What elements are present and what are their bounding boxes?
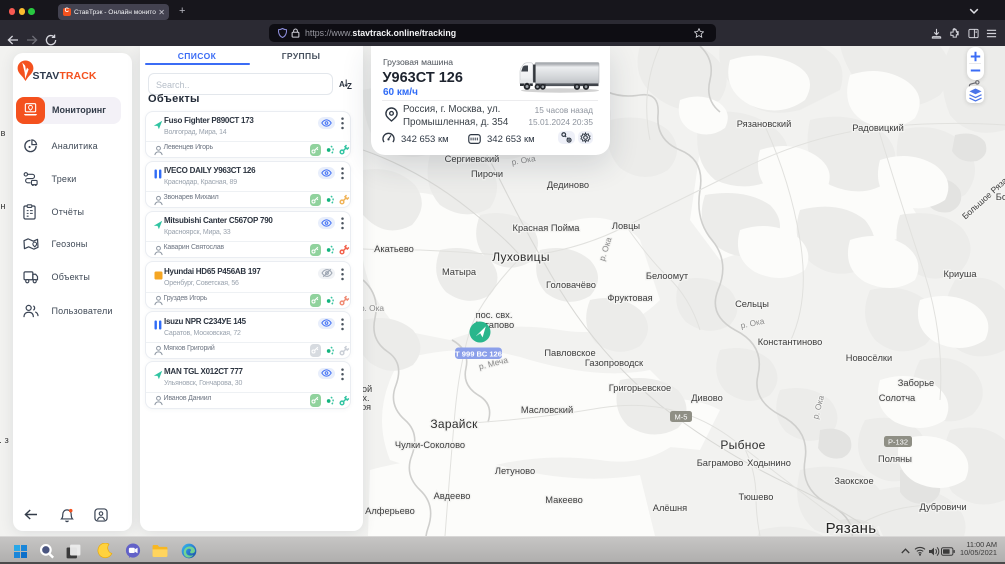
svg-text:Тюшево: Тюшево <box>739 492 774 502</box>
svg-text:Павловское: Павловское <box>544 348 595 358</box>
svg-text:М-5: М-5 <box>675 413 688 422</box>
svg-text:Новосёлки: Новосёлки <box>846 353 892 363</box>
svg-text:Ловцы: Ловцы <box>612 221 641 231</box>
svg-text:Макеево: Макеево <box>545 495 583 505</box>
svg-text:Акатьево: Акатьево <box>374 244 414 254</box>
svg-text:Заборье: Заборье <box>898 378 934 388</box>
svg-text:Летуново: Летуново <box>495 466 535 476</box>
svg-text:Красная Пойма: Красная Пойма <box>513 223 581 233</box>
svg-text:Головачёво: Головачёво <box>546 280 596 290</box>
svg-text:Рязановский: Рязановский <box>737 119 792 129</box>
svg-text:Дединово: Дединово <box>547 180 589 190</box>
svg-text:Сергиевский: Сергиевский <box>445 154 500 164</box>
svg-text:Баграмово: Баграмово <box>697 458 744 468</box>
svg-text:Рязань: Рязань <box>826 520 877 536</box>
svg-text:Дивово: Дивово <box>691 393 723 403</box>
svg-text:Масловский: Масловский <box>521 405 573 415</box>
svg-text:Радовицкий: Радовицкий <box>852 123 904 133</box>
svg-text:Пирочи: Пирочи <box>471 169 503 179</box>
svg-text:Газопроводск: Газопроводск <box>585 358 644 368</box>
svg-text:Z: Z <box>347 82 352 90</box>
svg-text:Зарайск: Зарайск <box>430 417 478 431</box>
svg-text:. з: . з <box>0 435 9 445</box>
svg-text:Ходынино: Ходынино <box>747 458 791 468</box>
svg-text:Солотча: Солотча <box>879 393 916 403</box>
svg-text:Авдеево: Авдеево <box>434 491 471 501</box>
svg-text:Белоомут: Белоомут <box>646 271 689 281</box>
svg-text:Поляны: Поляны <box>878 454 912 464</box>
svg-text:Бол: Бол <box>996 192 1005 202</box>
svg-text:в: в <box>1 128 6 138</box>
svg-text:Алферьево: Алферьево <box>365 506 415 516</box>
svg-text:Матыра: Матыра <box>442 267 477 277</box>
svg-text:Т 999 ВС 126: Т 999 ВС 126 <box>455 350 502 359</box>
svg-text:Криуша: Криуша <box>943 269 977 279</box>
svg-text:пос. свх.: пос. свх. <box>476 310 513 320</box>
svg-text:Дубровичи: Дубровичи <box>919 502 966 512</box>
svg-text:Фруктовая: Фруктовая <box>607 293 652 303</box>
svg-text:Алёшня: Алёшня <box>653 503 687 513</box>
svg-text:Григорьевское: Григорьевское <box>609 383 671 393</box>
svg-text:Р-132: Р-132 <box>888 438 908 447</box>
svg-text:Константиново: Константиново <box>758 337 823 347</box>
svg-text:Рыбное: Рыбное <box>720 438 765 452</box>
svg-text:Луховицы: Луховицы <box>492 250 550 264</box>
svg-text:р. Ока: р. Ока <box>360 303 384 313</box>
svg-text:A: A <box>339 80 345 89</box>
svg-text:Чулки-Соколово: Чулки-Соколово <box>395 440 465 450</box>
svg-text:Заокское: Заокское <box>834 476 873 486</box>
svg-text:н: н <box>0 201 5 211</box>
svg-text:Сельцы: Сельцы <box>735 299 769 309</box>
